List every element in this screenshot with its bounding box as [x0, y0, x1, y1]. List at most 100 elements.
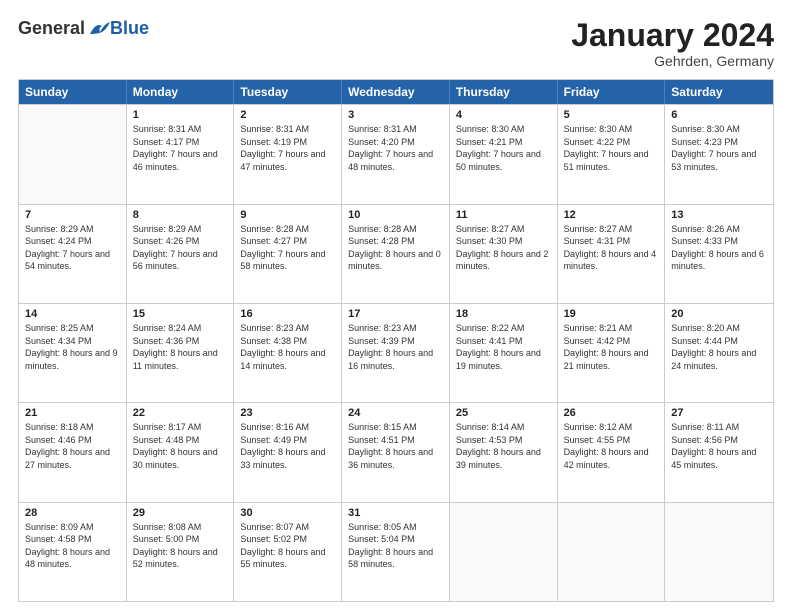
day-number: 23	[240, 407, 335, 419]
calendar-row-3: 21 Sunrise: 8:18 AMSunset: 4:46 PMDayligh…	[19, 402, 773, 501]
logo-bird-icon	[88, 20, 110, 38]
calendar-cell-3-2: 23 Sunrise: 8:16 AMSunset: 4:49 PMDayligh…	[234, 403, 342, 501]
day-number: 24	[348, 407, 443, 419]
location-subtitle: Gehrden, Germany	[571, 53, 774, 69]
day-info: Sunrise: 8:30 AMSunset: 4:22 PMDaylight:…	[564, 123, 659, 173]
calendar-cell-4-5	[558, 503, 666, 601]
calendar-cell-4-6	[665, 503, 773, 601]
day-info: Sunrise: 8:29 AMSunset: 4:24 PMDaylight:…	[25, 223, 120, 273]
header-tuesday: Tuesday	[234, 80, 342, 104]
day-number: 3	[348, 109, 443, 121]
calendar-cell-2-3: 17Sunrise: 8:23 AMSunset: 4:39 PMDayligh…	[342, 304, 450, 402]
day-info: Sunrise: 8:18 AMSunset: 4:46 PMDaylight:…	[25, 421, 120, 471]
calendar-cell-2-1: 15 Sunrise: 8:24 AMSunset: 4:36 PMDayligh…	[127, 304, 235, 402]
day-info: Sunrise: 8:27 AMSunset: 4:31 PMDaylight:…	[564, 223, 659, 273]
calendar-cell-2-4: 18Sunrise: 8:22 AMSunset: 4:41 PMDayligh…	[450, 304, 558, 402]
calendar-cell-1-4: 11 Sunrise: 8:27 AMSunset: 4:30 PMDayligh…	[450, 205, 558, 303]
page: General Blue January 2024 Gehrden, Germa…	[0, 0, 792, 612]
calendar-cell-0-1: 1Sunrise: 8:31 AMSunset: 4:17 PMDaylight…	[127, 105, 235, 203]
calendar-cell-3-3: 24 Sunrise: 8:15 AMSunset: 4:51 PMDayligh…	[342, 403, 450, 501]
day-info: Sunrise: 8:08 AMSunset: 5:00 PMDaylight:…	[133, 521, 228, 571]
day-info: Sunrise: 8:20 AMSunset: 4:44 PMDaylight:…	[671, 322, 767, 372]
header-thursday: Thursday	[450, 80, 558, 104]
day-info: Sunrise: 8:15 AMSunset: 4:51 PMDaylight:…	[348, 421, 443, 471]
calendar-cell-0-5: 5 Sunrise: 8:30 AMSunset: 4:22 PMDaylight…	[558, 105, 666, 203]
day-number: 2	[240, 109, 335, 121]
calendar-row-2: 14 Sunrise: 8:25 AMSunset: 4:34 PMDayligh…	[19, 303, 773, 402]
day-info: Sunrise: 8:07 AMSunset: 5:02 PMDaylight:…	[240, 521, 335, 571]
calendar-cell-3-4: 25 Sunrise: 8:14 AMSunset: 4:53 PMDayligh…	[450, 403, 558, 501]
day-info: Sunrise: 8:30 AMSunset: 4:23 PMDaylight:…	[671, 123, 767, 173]
day-info: Sunrise: 8:30 AMSunset: 4:21 PMDaylight:…	[456, 123, 551, 173]
day-number: 1	[133, 109, 228, 121]
day-number: 21	[25, 407, 120, 419]
day-number: 15	[133, 308, 228, 320]
calendar-cell-0-2: 2 Sunrise: 8:31 AMSunset: 4:19 PMDaylight…	[234, 105, 342, 203]
header-sunday: Sunday	[19, 80, 127, 104]
calendar-body: 1Sunrise: 8:31 AMSunset: 4:17 PMDaylight…	[19, 104, 773, 601]
day-number: 13	[671, 209, 767, 221]
day-number: 19	[564, 308, 659, 320]
calendar-cell-1-1: 8 Sunrise: 8:29 AMSunset: 4:26 PMDaylight…	[127, 205, 235, 303]
calendar-cell-3-6: 27Sunrise: 8:11 AMSunset: 4:56 PMDayligh…	[665, 403, 773, 501]
calendar-cell-2-5: 19 Sunrise: 8:21 AMSunset: 4:42 PMDayligh…	[558, 304, 666, 402]
day-info: Sunrise: 8:25 AMSunset: 4:34 PMDaylight:…	[25, 322, 120, 372]
header-friday: Friday	[558, 80, 666, 104]
calendar-cell-2-6: 20 Sunrise: 8:20 AMSunset: 4:44 PMDayligh…	[665, 304, 773, 402]
day-info: Sunrise: 8:27 AMSunset: 4:30 PMDaylight:…	[456, 223, 551, 273]
day-number: 9	[240, 209, 335, 221]
header-wednesday: Wednesday	[342, 80, 450, 104]
calendar-cell-3-1: 22Sunrise: 8:17 AMSunset: 4:48 PMDayligh…	[127, 403, 235, 501]
day-info: Sunrise: 8:24 AMSunset: 4:36 PMDaylight:…	[133, 322, 228, 372]
day-number: 31	[348, 507, 443, 519]
day-number: 8	[133, 209, 228, 221]
calendar: Sunday Monday Tuesday Wednesday Thursday…	[18, 79, 774, 602]
day-info: Sunrise: 8:29 AMSunset: 4:26 PMDaylight:…	[133, 223, 228, 273]
day-number: 12	[564, 209, 659, 221]
day-number: 14	[25, 308, 120, 320]
month-title: January 2024	[571, 18, 774, 53]
calendar-row-1: 7 Sunrise: 8:29 AMSunset: 4:24 PMDaylight…	[19, 204, 773, 303]
header: General Blue January 2024 Gehrden, Germa…	[18, 18, 774, 69]
calendar-cell-3-5: 26Sunrise: 8:12 AMSunset: 4:55 PMDayligh…	[558, 403, 666, 501]
day-number: 20	[671, 308, 767, 320]
calendar-cell-0-4: 4 Sunrise: 8:30 AMSunset: 4:21 PMDaylight…	[450, 105, 558, 203]
day-info: Sunrise: 8:31 AMSunset: 4:19 PMDaylight:…	[240, 123, 335, 173]
day-info: Sunrise: 8:31 AMSunset: 4:20 PMDaylight:…	[348, 123, 443, 173]
day-number: 28	[25, 507, 120, 519]
title-block: January 2024 Gehrden, Germany	[571, 18, 774, 69]
day-info: Sunrise: 8:22 AMSunset: 4:41 PMDaylight:…	[456, 322, 551, 372]
calendar-cell-3-0: 21 Sunrise: 8:18 AMSunset: 4:46 PMDayligh…	[19, 403, 127, 501]
calendar-cell-4-4	[450, 503, 558, 601]
day-number: 25	[456, 407, 551, 419]
day-info: Sunrise: 8:05 AMSunset: 5:04 PMDaylight:…	[348, 521, 443, 571]
calendar-row-0: 1Sunrise: 8:31 AMSunset: 4:17 PMDaylight…	[19, 104, 773, 203]
calendar-header: Sunday Monday Tuesday Wednesday Thursday…	[19, 80, 773, 104]
day-number: 5	[564, 109, 659, 121]
calendar-cell-1-3: 10Sunrise: 8:28 AMSunset: 4:28 PMDayligh…	[342, 205, 450, 303]
day-info: Sunrise: 8:16 AMSunset: 4:49 PMDaylight:…	[240, 421, 335, 471]
day-info: Sunrise: 8:28 AMSunset: 4:28 PMDaylight:…	[348, 223, 443, 273]
calendar-cell-1-6: 13 Sunrise: 8:26 AMSunset: 4:33 PMDayligh…	[665, 205, 773, 303]
day-number: 4	[456, 109, 551, 121]
logo-blue-text: Blue	[110, 18, 149, 39]
day-number: 29	[133, 507, 228, 519]
calendar-cell-0-6: 6Sunrise: 8:30 AMSunset: 4:23 PMDaylight…	[665, 105, 773, 203]
logo: General Blue	[18, 18, 149, 39]
day-number: 7	[25, 209, 120, 221]
calendar-cell-1-0: 7 Sunrise: 8:29 AMSunset: 4:24 PMDaylight…	[19, 205, 127, 303]
day-info: Sunrise: 8:28 AMSunset: 4:27 PMDaylight:…	[240, 223, 335, 273]
calendar-cell-4-3: 31 Sunrise: 8:05 AMSunset: 5:04 PMDayligh…	[342, 503, 450, 601]
calendar-cell-4-0: 28Sunrise: 8:09 AMSunset: 4:58 PMDayligh…	[19, 503, 127, 601]
day-number: 11	[456, 209, 551, 221]
day-info: Sunrise: 8:14 AMSunset: 4:53 PMDaylight:…	[456, 421, 551, 471]
day-info: Sunrise: 8:21 AMSunset: 4:42 PMDaylight:…	[564, 322, 659, 372]
logo-general-text: General	[18, 18, 85, 39]
day-info: Sunrise: 8:11 AMSunset: 4:56 PMDaylight:…	[671, 421, 767, 471]
day-number: 30	[240, 507, 335, 519]
calendar-row-4: 28Sunrise: 8:09 AMSunset: 4:58 PMDayligh…	[19, 502, 773, 601]
calendar-cell-0-3: 3 Sunrise: 8:31 AMSunset: 4:20 PMDaylight…	[342, 105, 450, 203]
calendar-cell-2-0: 14 Sunrise: 8:25 AMSunset: 4:34 PMDayligh…	[19, 304, 127, 402]
calendar-cell-1-5: 12 Sunrise: 8:27 AMSunset: 4:31 PMDayligh…	[558, 205, 666, 303]
day-info: Sunrise: 8:26 AMSunset: 4:33 PMDaylight:…	[671, 223, 767, 273]
